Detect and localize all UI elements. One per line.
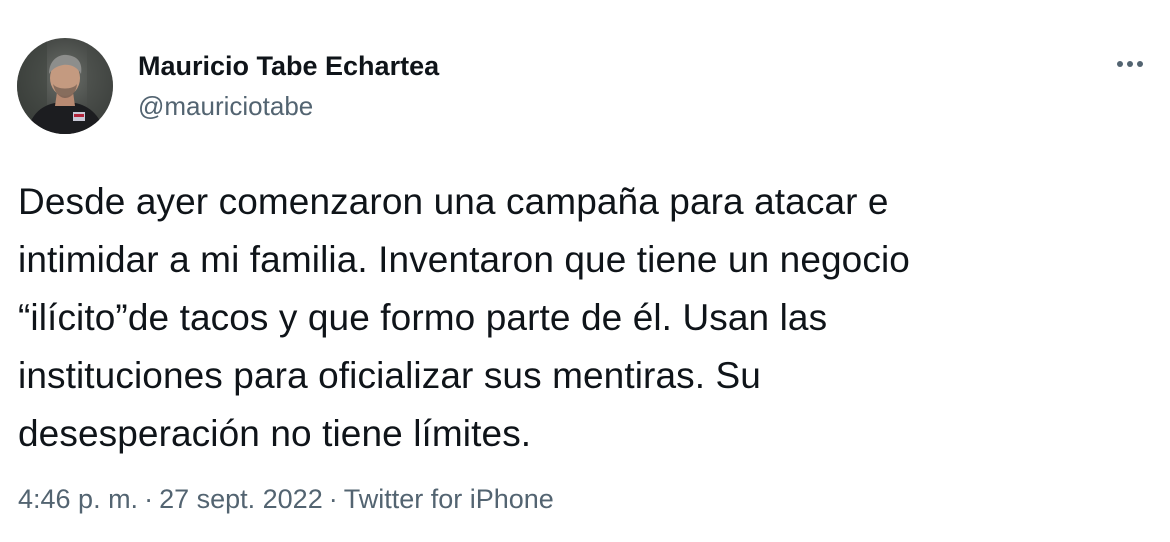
tweet-text-line: intimidar a mi familia. Inventaron que t…: [18, 239, 910, 280]
avatar[interactable]: [17, 38, 113, 134]
meta-separator: ·: [328, 484, 338, 514]
tweet-text-line: desesperación no tiene límites.: [18, 413, 532, 454]
more-horizontal-icon: [1117, 61, 1143, 67]
tweet-text-line: Desde ayer comenzaron una campaña para a…: [18, 181, 889, 222]
tweet-meta: 4:46 p. m. · 27 sept. 2022 · Twitter for iPh…: [18, 481, 554, 517]
tweet-text-line: instituciones para oficializar sus menti…: [18, 355, 761, 396]
avatar-photo: [17, 38, 113, 134]
author-name[interactable]: Mauricio Tabe Echartea: [138, 50, 439, 82]
tweet-source-link[interactable]: Twitter for iPhone: [344, 484, 554, 514]
tweet-date-link[interactable]: 27 sept. 2022: [159, 484, 323, 514]
meta-separator: ·: [144, 484, 154, 514]
tweet-time-link[interactable]: 4:46 p. m.: [18, 484, 138, 514]
more-options-button[interactable]: [1108, 48, 1152, 80]
tweet-text: Desde ayer comenzaron una campaña para a…: [18, 173, 1148, 463]
tweet-card: Mauricio Tabe Echartea @mauriciotabe Des…: [0, 0, 1170, 542]
tweet-text-line: “ilícito”de tacos y que formo parte de é…: [18, 297, 828, 338]
author-handle[interactable]: @mauriciotabe: [138, 90, 313, 122]
